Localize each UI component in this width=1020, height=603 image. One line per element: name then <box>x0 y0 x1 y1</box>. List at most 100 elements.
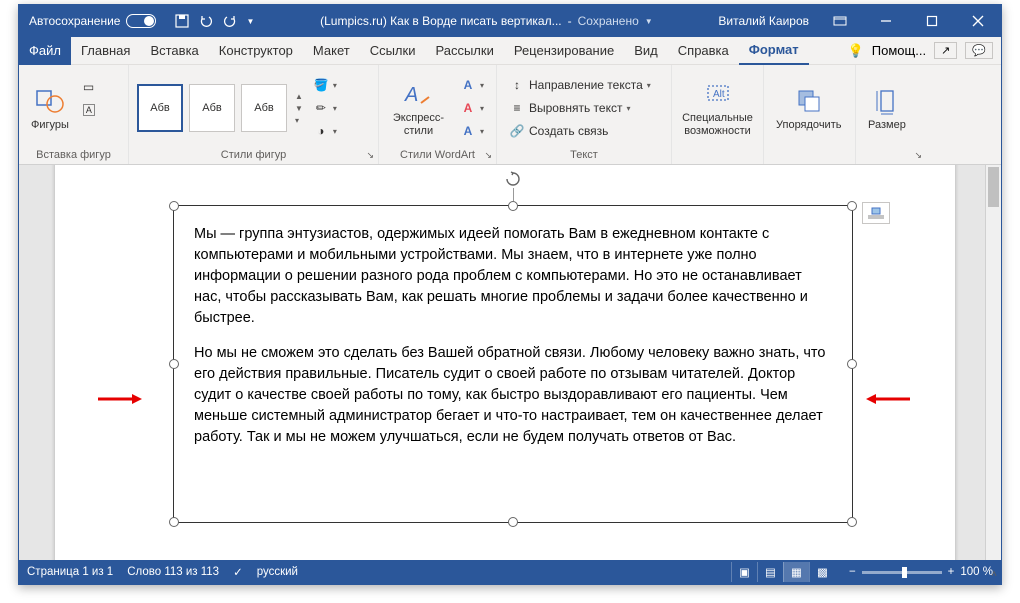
resize-handle[interactable] <box>847 359 857 369</box>
text-box[interactable]: Мы — группа энтузиастов, одержимых идеей… <box>173 205 853 523</box>
effects-icon: ◑ <box>313 123 329 139</box>
gallery-more-icon[interactable]: ▾ <box>295 116 303 125</box>
title-dropdown-icon[interactable]: ▼ <box>645 17 653 26</box>
group-insert-shapes: Фигуры ▭ A Вставка фигур <box>19 65 129 164</box>
autosave-toggle[interactable]: Автосохранение <box>19 14 166 28</box>
shape-gallery-expand[interactable]: ▭ <box>79 77 99 97</box>
print-layout-icon[interactable]: ▦ <box>783 562 809 582</box>
accessibility-button[interactable]: Alt Специальные возможности <box>680 76 755 139</box>
arrange-button[interactable]: Упорядочить <box>772 83 845 134</box>
web-layout-icon[interactable]: ▩ <box>809 562 835 582</box>
gallery-up-icon[interactable]: ▲ <box>295 92 303 101</box>
tab-help[interactable]: Справка <box>668 37 739 65</box>
tab-layout[interactable]: Макет <box>303 37 360 65</box>
group-shape-styles: Абв Абв Абв ▲ ▼ ▾ 🪣▾ ✏▾ ◑▾ Стили фигур↘ <box>129 65 379 164</box>
zoom-value[interactable]: 100 % <box>960 566 993 578</box>
undo-icon[interactable] <box>198 13 214 29</box>
shapes-button[interactable]: Фигуры <box>27 83 73 134</box>
gallery-down-icon[interactable]: ▼ <box>295 104 303 113</box>
page-indicator[interactable]: Страница 1 из 1 <box>27 566 113 578</box>
zoom-out-icon[interactable]: − <box>849 566 856 578</box>
text-fill[interactable]: A▾ <box>456 75 488 95</box>
shape-outline[interactable]: ✏▾ <box>309 98 341 118</box>
collapse-ribbon-icon[interactable]: ˄ <box>991 569 997 580</box>
shape-style-1[interactable]: Абв <box>137 84 183 132</box>
shapes-label: Фигуры <box>31 119 69 132</box>
paragraph-1[interactable]: Мы — группа энтузиастов, одержимых идеей… <box>194 224 832 329</box>
comments-icon[interactable]: 💬 <box>965 42 993 59</box>
shape-effects[interactable]: ◑▾ <box>309 121 341 141</box>
text-outline[interactable]: A▾ <box>456 98 488 118</box>
zoom-slider[interactable] <box>862 571 942 574</box>
create-link-button[interactable]: 🔗Создать связь <box>505 121 663 141</box>
tab-view[interactable]: Вид <box>624 37 668 65</box>
shape-style-2[interactable]: Абв <box>189 84 235 132</box>
resize-handle[interactable] <box>508 201 518 211</box>
tab-home[interactable]: Главная <box>71 37 140 65</box>
view-buttons: ▣ ▤ ▦ ▩ <box>731 562 835 582</box>
close-icon[interactable] <box>955 5 1001 37</box>
tab-design[interactable]: Конструктор <box>209 37 303 65</box>
layout-options-icon[interactable] <box>862 202 890 224</box>
resize-handle[interactable] <box>508 517 518 527</box>
resize-handle[interactable] <box>847 201 857 211</box>
word-count[interactable]: Слово 113 из 113 <box>127 566 219 578</box>
shape-style-3[interactable]: Абв <box>241 84 287 132</box>
group-wordart-styles: A Экспресс-стили A▾ A▾ A▾ Стили WordArt↘ <box>379 65 497 164</box>
tab-review[interactable]: Рецензирование <box>504 37 624 65</box>
paragraph-2[interactable]: Но мы не сможем это сделать без Вашей об… <box>194 343 832 448</box>
express-styles-label: Экспресс-стили <box>391 112 446 137</box>
tab-references[interactable]: Ссылки <box>360 37 426 65</box>
group-label-arrange <box>772 147 847 164</box>
ribbon-display-icon[interactable] <box>817 5 863 37</box>
tab-file[interactable]: Файл <box>19 37 71 65</box>
resize-handle[interactable] <box>169 517 179 527</box>
accessibility-label: Специальные возможности <box>682 112 753 137</box>
tab-insert[interactable]: Вставка <box>140 37 208 65</box>
minimize-icon[interactable] <box>863 5 909 37</box>
align-text-button[interactable]: ≡Выровнять текст▾ <box>505 98 663 118</box>
zoom-in-icon[interactable]: + <box>948 566 955 578</box>
save-icon[interactable] <box>174 13 190 29</box>
text-direction-button[interactable]: ↕Направление текста▾ <box>505 75 663 95</box>
launcher-icon[interactable]: ↘ <box>366 150 374 161</box>
vertical-scrollbar[interactable] <box>985 165 1001 560</box>
express-styles-button[interactable]: A Экспресс-стили <box>387 76 450 139</box>
align-text-icon: ≡ <box>509 100 525 116</box>
save-status: Сохранено <box>578 14 639 28</box>
document-title: (Lumpics.ru) Как в Ворде писать вертикал… <box>320 14 561 28</box>
svg-text:A: A <box>404 84 418 106</box>
tab-mailings[interactable]: Рассылки <box>425 37 503 65</box>
tell-me-label[interactable]: Помощ... <box>872 43 926 58</box>
document-area[interactable]: Мы — группа энтузиастов, одержимых идеей… <box>19 165 1001 560</box>
language-indicator[interactable]: русский <box>257 566 298 578</box>
tell-me-icon[interactable]: 💡 <box>848 43 864 59</box>
toggle-switch-icon[interactable] <box>126 14 156 28</box>
user-name[interactable]: Виталий Каиров <box>710 14 817 28</box>
group-label-shape-styles: Стили фигур↘ <box>137 147 370 164</box>
share-icon[interactable]: ↗ <box>934 42 957 59</box>
resize-handle[interactable] <box>169 359 179 369</box>
spell-check-icon[interactable]: ✓ <box>233 565 243 579</box>
qat-dropdown-icon[interactable]: ▼ <box>246 17 254 26</box>
group-label-insert-shapes: Вставка фигур <box>27 147 120 164</box>
redo-icon[interactable] <box>222 13 238 29</box>
text-effects[interactable]: A▾ <box>456 121 488 141</box>
text-direction-icon: ↕ <box>509 77 525 93</box>
arrange-label: Упорядочить <box>776 119 841 132</box>
size-button[interactable]: Размер <box>864 83 910 134</box>
launcher-icon[interactable]: ↘ <box>484 150 492 161</box>
rotate-handle-icon[interactable] <box>504 170 522 188</box>
scroll-thumb[interactable] <box>988 167 999 207</box>
resize-handle[interactable] <box>169 201 179 211</box>
tab-format[interactable]: Формат <box>739 37 809 65</box>
focus-mode-icon[interactable]: ▣ <box>731 562 757 582</box>
resize-handle[interactable] <box>847 517 857 527</box>
accessibility-icon: Alt <box>702 78 734 110</box>
read-mode-icon[interactable]: ▤ <box>757 562 783 582</box>
launcher-icon[interactable]: ↘ <box>914 150 922 161</box>
ribbon: Фигуры ▭ A Вставка фигур Абв Абв Абв ▲ ▼… <box>19 65 1001 165</box>
maximize-icon[interactable] <box>909 5 955 37</box>
draw-textbox[interactable]: A <box>79 100 99 120</box>
shape-fill[interactable]: 🪣▾ <box>309 75 341 95</box>
